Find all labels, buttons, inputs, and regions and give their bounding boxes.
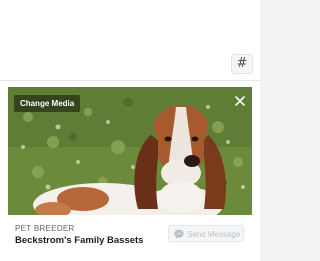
- hashtag-button[interactable]: #: [231, 54, 253, 74]
- messenger-icon: [174, 229, 184, 239]
- send-message-button[interactable]: Send Message: [168, 225, 244, 242]
- top-area: [0, 0, 260, 80]
- change-media-button[interactable]: Change Media: [14, 95, 81, 112]
- page-category: PET BREEDER: [15, 224, 75, 233]
- cover-photo: Change Media: [8, 87, 252, 215]
- close-icon[interactable]: [234, 95, 246, 107]
- send-message-label: Send Message: [187, 230, 241, 239]
- page-preview-card: Change Media PET BREEDER Beckstrom's Fam…: [0, 80, 260, 261]
- page-name[interactable]: Beckstrom's Family Bassets: [15, 235, 143, 246]
